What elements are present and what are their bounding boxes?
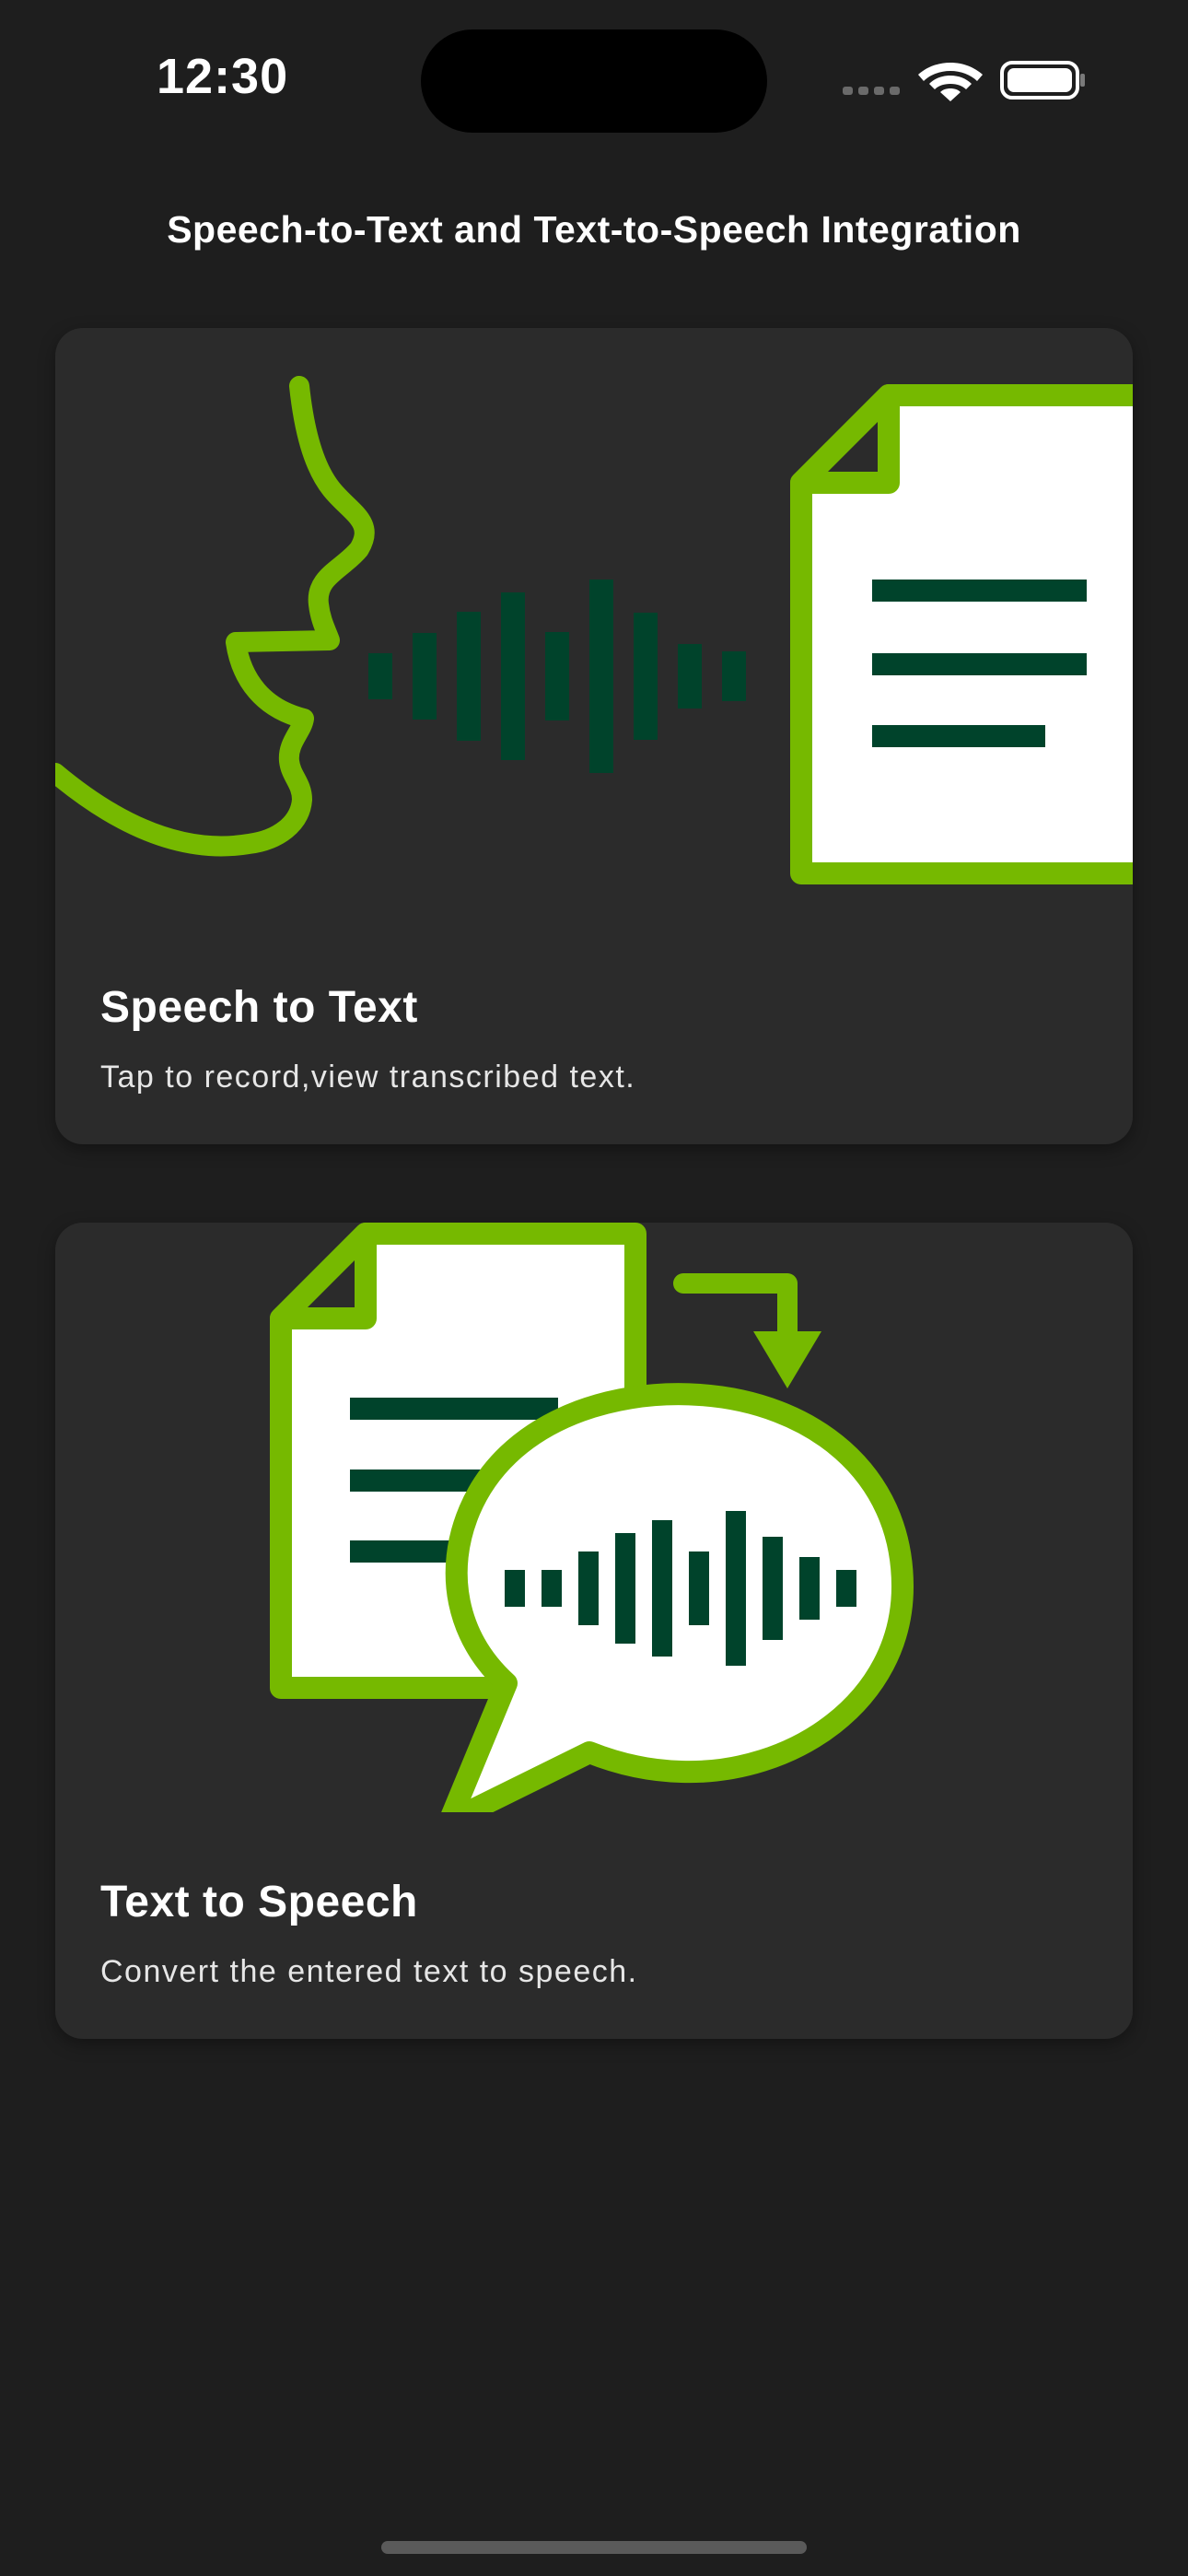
wifi-icon: [918, 63, 983, 101]
card-title: Text to Speech: [100, 1878, 418, 1926]
arrow-down-icon: [673, 1273, 821, 1388]
status-time: 12:30: [157, 49, 289, 104]
card-subtitle: Convert the entered text to speech.: [100, 1954, 638, 1989]
card-subtitle: Tap to record,view transcribed text.: [100, 1060, 636, 1095]
speech-to-text-card[interactable]: Speech to Text Tap to record,view transc…: [55, 328, 1133, 1144]
signal-dots-icon: [843, 87, 900, 95]
status-bar: 12:30: [0, 0, 1188, 157]
page-title: Speech-to-Text and Text-to-Speech Integr…: [167, 208, 1021, 251]
dynamic-island: [421, 29, 767, 133]
sound-wave-icon: [368, 580, 746, 773]
status-icons: [843, 61, 1085, 101]
card-title: Speech to Text: [100, 983, 418, 1032]
face-profile-icon: [55, 376, 375, 857]
document-icon: [790, 384, 1133, 884]
battery-icon: [1000, 61, 1085, 100]
text-to-speech-illustration: [270, 1223, 914, 1812]
text-to-speech-card[interactable]: Text to Speech Convert the entered text …: [55, 1223, 1133, 2039]
home-indicator[interactable]: [381, 2541, 807, 2554]
speech-to-text-illustration: [55, 376, 1133, 884]
